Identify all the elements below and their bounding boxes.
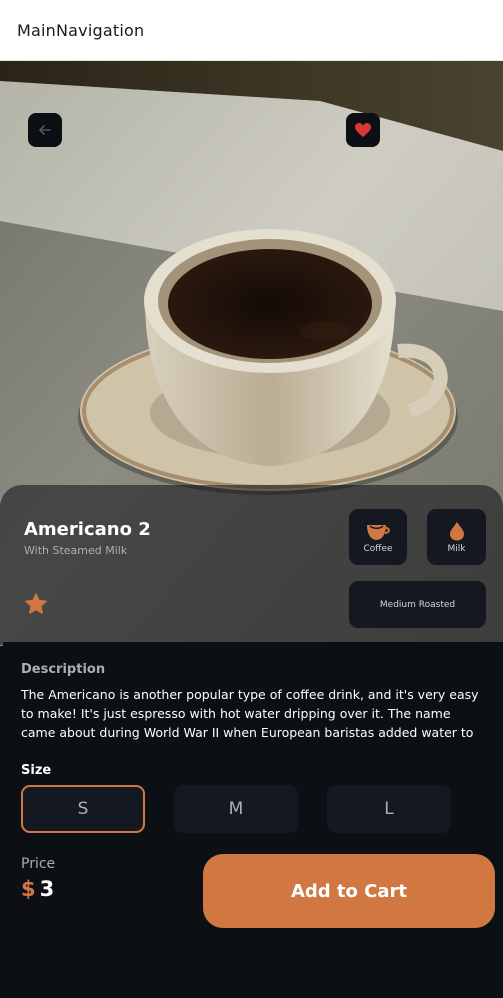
size-option-s[interactable]: S: [21, 785, 145, 833]
price-label: Price: [21, 856, 56, 872]
arrow-left-icon: [39, 125, 51, 135]
heart-icon: [355, 123, 371, 137]
favorite-button[interactable]: [346, 113, 380, 147]
chip-milk: Milk: [427, 509, 486, 565]
size-option-l[interactable]: L: [327, 785, 451, 833]
chip-coffee-label: Coffee: [363, 543, 393, 554]
size-title: Size: [21, 763, 52, 778]
price-currency: $: [21, 877, 36, 901]
price-amount: 3: [39, 877, 55, 901]
app-bar-title: MainNavigation: [17, 20, 145, 40]
size-option-m[interactable]: M: [174, 785, 298, 833]
star-icon: [24, 592, 48, 620]
chip-roast-label: Medium Roasted: [379, 599, 456, 610]
product-name: Americano 2: [24, 519, 151, 540]
drop-icon: [449, 521, 464, 540]
chip-roast: Medium Roasted: [349, 581, 486, 628]
description-text[interactable]: The Americano is another popular type of…: [21, 685, 486, 742]
description-title: Description: [21, 662, 106, 677]
chip-milk-label: Milk: [447, 543, 466, 554]
chip-coffee: Coffee: [349, 509, 407, 565]
product-subtitle: With Steamed Milk: [24, 544, 128, 557]
add-to-cart-button[interactable]: Add to Cart: [203, 854, 495, 928]
add-to-cart-label: Add to Cart: [290, 880, 408, 902]
price-value: $3: [21, 877, 54, 901]
app-bar: MainNavigation: [0, 0, 503, 61]
coffee-cup-icon: [367, 524, 390, 540]
back-button[interactable]: [28, 113, 62, 147]
